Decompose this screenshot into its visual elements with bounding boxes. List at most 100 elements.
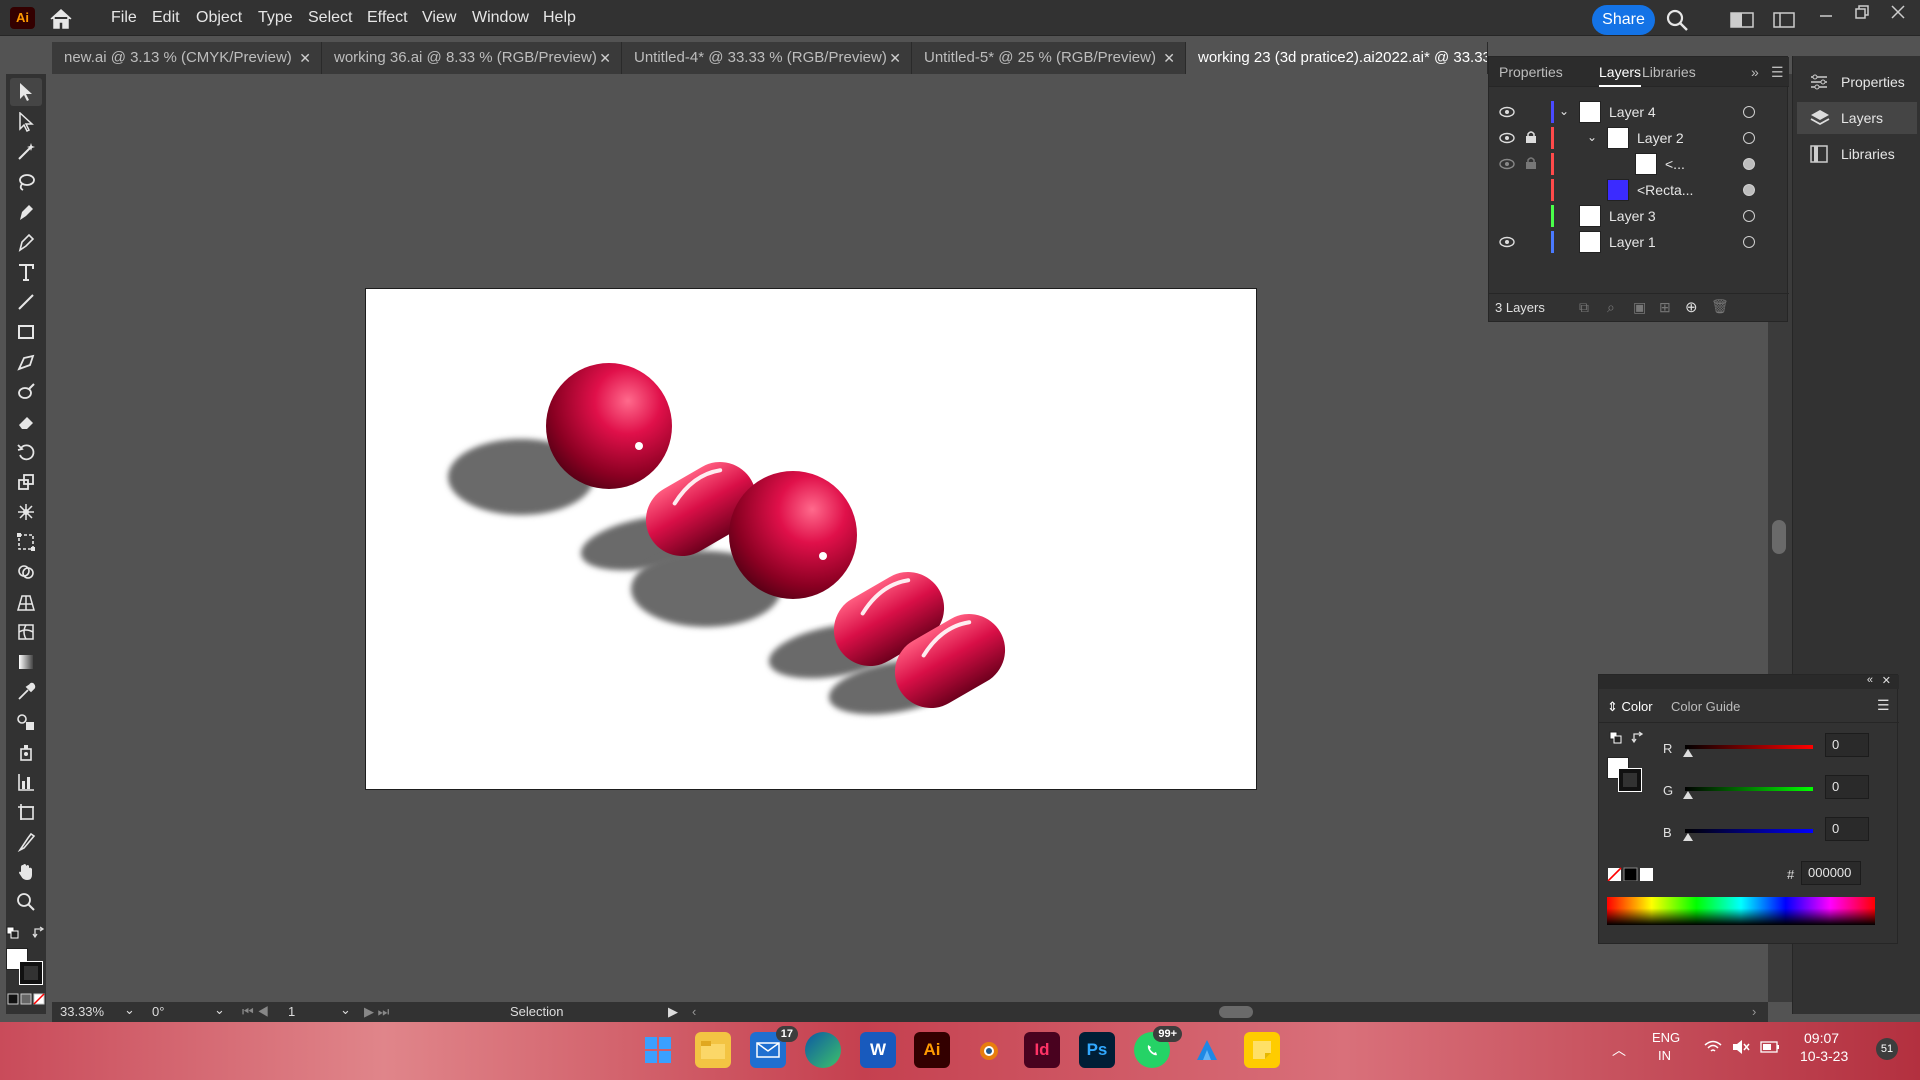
selection-tool-icon[interactable] (10, 78, 42, 106)
clock-time[interactable]: 09:07 (1804, 1030, 1839, 1046)
layer-name[interactable]: <Recta... (1637, 177, 1693, 203)
layer-name[interactable]: Layer 2 (1637, 125, 1684, 151)
scale-tool-icon[interactable] (10, 468, 42, 496)
layer-row[interactable]: <Recta... (1489, 177, 1789, 203)
quick-swatches[interactable] (1607, 867, 1655, 882)
clock-date[interactable]: 10-3-23 (1800, 1048, 1848, 1064)
visibility-eye-icon[interactable] (1499, 131, 1515, 147)
tab-color-guide[interactable]: Color Guide (1671, 699, 1740, 714)
restore-icon[interactable] (1854, 4, 1870, 20)
shape-builder-tool-icon[interactable] (10, 558, 42, 586)
sticky-notes-icon[interactable] (1244, 1032, 1280, 1068)
magic-wand-tool-icon[interactable] (10, 138, 42, 166)
scroll-left-icon[interactable]: ‹ (692, 1004, 696, 1019)
close-tab-icon[interactable]: ✕ (889, 42, 901, 74)
share-button[interactable]: Share (1592, 5, 1655, 35)
close-tab-icon[interactable]: ✕ (299, 42, 311, 74)
doc-tab[interactable]: new.ai @ 3.13 % (CMYK/Preview) ✕ (52, 42, 322, 74)
green-slider[interactable] (1685, 787, 1813, 791)
dock-layers[interactable]: Layers (1797, 102, 1917, 134)
column-graph-tool-icon[interactable] (10, 768, 42, 796)
color-spectrum[interactable] (1607, 897, 1875, 925)
swap-colors-icon[interactable] (32, 926, 46, 940)
doc-tab[interactable]: Untitled-5* @ 25 % (RGB/Preview) ✕ (912, 42, 1186, 74)
layer-name[interactable]: <... (1665, 151, 1685, 177)
zoom-dropdown-icon[interactable]: ⌄ (124, 1002, 135, 1018)
artboard-number[interactable]: 1 (288, 1004, 295, 1019)
home-icon[interactable] (48, 8, 74, 30)
green-slider-thumb[interactable] (1683, 791, 1693, 799)
mesh-tool-icon[interactable] (10, 618, 42, 646)
layer-row[interactable]: Layer 1 (1489, 229, 1789, 255)
symbol-sprayer-tool-icon[interactable] (10, 738, 42, 766)
hex-value-input[interactable]: 000000 (1801, 861, 1861, 885)
volume-muted-icon[interactable] (1732, 1039, 1750, 1060)
green-value-input[interactable]: 0 (1825, 775, 1869, 799)
illustrator-icon[interactable]: Ai (914, 1032, 950, 1068)
mail-icon[interactable]: 17 (750, 1026, 798, 1068)
locate-object-icon[interactable]: ⌕ (1607, 299, 1615, 316)
menu-type[interactable]: Type (258, 0, 293, 36)
visibility-eye-icon[interactable] (1499, 157, 1515, 173)
direct-selection-tool-icon[interactable] (10, 108, 42, 136)
word-icon[interactable]: W (860, 1032, 896, 1068)
gradient-tool-icon[interactable] (10, 648, 42, 676)
default-colors-icon[interactable] (6, 926, 20, 940)
dock-properties[interactable]: Properties (1797, 66, 1917, 98)
blender-icon[interactable] (970, 1032, 1006, 1068)
red-slider[interactable] (1685, 745, 1813, 749)
layer-target-icon[interactable] (1743, 236, 1755, 248)
tab-properties[interactable]: Properties (1499, 57, 1563, 87)
layer-target-icon[interactable] (1743, 210, 1755, 222)
language-bottom[interactable]: IN (1658, 1048, 1671, 1063)
blob-brush-tool-icon[interactable] (10, 378, 42, 406)
minimize-icon[interactable] (1818, 8, 1834, 24)
red-value-input[interactable]: 0 (1825, 733, 1869, 757)
layer-target-icon[interactable] (1743, 132, 1755, 144)
new-layer-icon[interactable]: ⊕ (1685, 298, 1698, 316)
sphere[interactable] (546, 363, 672, 489)
default-colors-icon[interactable] (1609, 731, 1623, 745)
close-tab-icon[interactable]: ✕ (599, 42, 611, 74)
lock-icon[interactable] (1525, 130, 1537, 147)
type-tool-icon[interactable] (10, 258, 42, 286)
last-artboard-icon[interactable]: ▶ ⏭ (364, 1004, 389, 1020)
puppet-warp-tool-icon[interactable] (10, 498, 42, 526)
first-artboard-icon[interactable]: ⏮ ◀ (242, 1004, 269, 1020)
dock-libraries[interactable]: Libraries (1797, 138, 1917, 170)
chevron-down-icon[interactable]: ⌄ (1587, 130, 1597, 144)
language-top[interactable]: ENG (1652, 1030, 1680, 1045)
3d-artwork[interactable] (366, 289, 1256, 789)
red-slider-thumb[interactable] (1683, 749, 1693, 757)
menu-edit[interactable]: Edit (152, 0, 180, 36)
panel-menu-icon[interactable]: ☰ (1771, 57, 1784, 87)
blue-slider[interactable] (1685, 829, 1813, 833)
eyedropper-tool-icon[interactable] (10, 678, 42, 706)
layer-row[interactable]: <... (1489, 151, 1789, 177)
doc-tab[interactable]: Untitled-4* @ 33.33 % (RGB/Preview) ✕ (622, 42, 912, 74)
collapse-icon[interactable]: « (1867, 674, 1873, 686)
clipping-mask-icon[interactable]: ▣ (1633, 299, 1646, 316)
layer-row[interactable]: ⌄ Layer 2 (1489, 125, 1789, 151)
sphere[interactable] (729, 471, 857, 599)
whatsapp-icon[interactable]: 99+ (1134, 1026, 1182, 1068)
battery-icon[interactable] (1760, 1040, 1780, 1058)
artboard[interactable] (365, 288, 1257, 790)
collapse-panel-icon[interactable]: » (1751, 57, 1759, 87)
workspace-icon[interactable] (1773, 12, 1795, 33)
perspective-grid-tool-icon[interactable] (10, 588, 42, 616)
swap-colors-icon[interactable] (1631, 731, 1645, 745)
lasso-tool-icon[interactable] (10, 168, 42, 196)
rotation-angle[interactable]: 0° (152, 1004, 164, 1019)
arrange-documents-icon[interactable] (1730, 12, 1754, 33)
curvature-tool-icon[interactable] (10, 228, 42, 256)
layer-row[interactable]: ⌄ Layer 4 (1489, 99, 1789, 125)
scroll-thumb[interactable] (1772, 520, 1786, 554)
shaper-tool-icon[interactable] (10, 348, 42, 376)
file-explorer-icon[interactable] (695, 1032, 731, 1068)
layer-target-icon[interactable] (1743, 158, 1755, 170)
stroke-swatch[interactable] (19, 961, 43, 985)
menu-window[interactable]: Window (472, 0, 529, 36)
visibility-eye-icon[interactable] (1499, 235, 1515, 251)
tab-layers[interactable]: Layers (1599, 57, 1642, 87)
